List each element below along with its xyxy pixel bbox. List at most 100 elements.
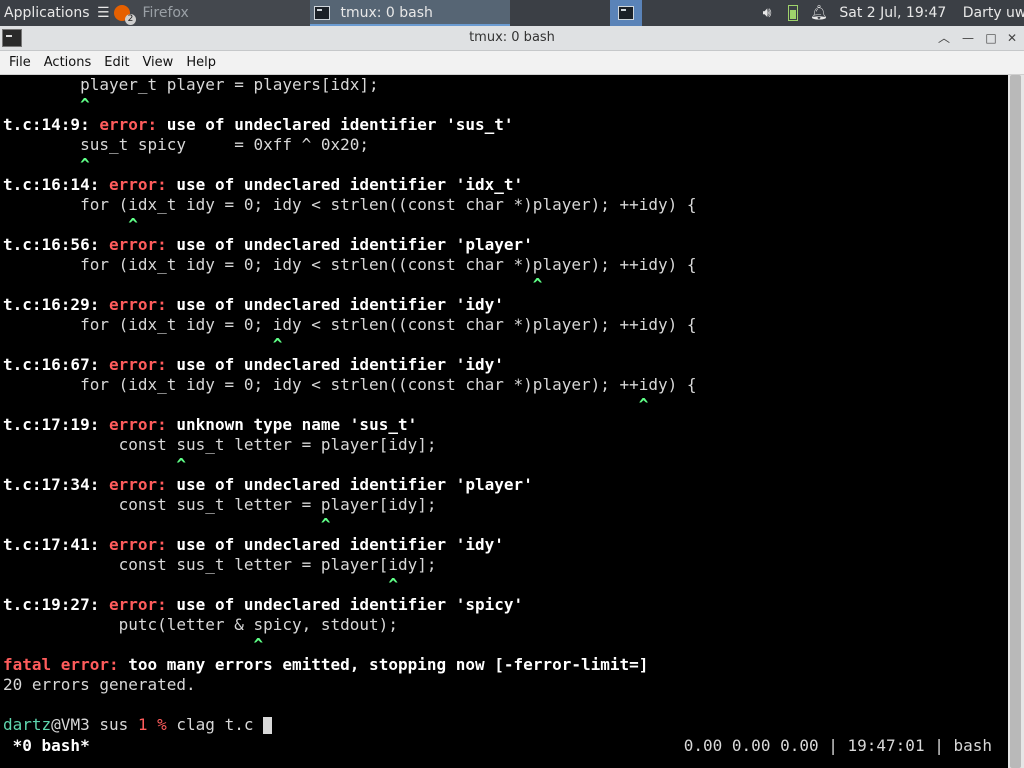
terminal-line-code: putc(letter & spicy, stdout); xyxy=(3,615,398,635)
terminal-line-diag: t.c:16:14: error: use of undeclared iden… xyxy=(3,175,523,195)
diagnostic-message: use of undeclared identifier 'idy' xyxy=(176,355,504,374)
terminal-text: sus_t spicy = 0xff ^ 0x20; xyxy=(3,135,370,154)
maximize-button[interactable]: □ xyxy=(980,26,1002,50)
applications-menu[interactable]: Applications ☰ xyxy=(0,0,110,26)
scrollbar-thumb[interactable] xyxy=(1010,75,1021,768)
menu-help[interactable]: Help xyxy=(182,51,220,74)
terminal-line-code: for (idx_t idy = 0; idy < strlen((const … xyxy=(3,375,697,395)
terminal-line-caret: ^ xyxy=(3,515,331,535)
diagnostic-caret: ^ xyxy=(3,95,90,114)
applications-label: Applications xyxy=(4,5,90,21)
terminal-text: const sus_t letter = player[idy]; xyxy=(3,495,437,514)
diagnostic-caret: ^ xyxy=(3,395,649,414)
minimize-button[interactable]: — xyxy=(957,26,979,50)
window-titlebar: tmux: 0 bash ︿ — □ ✕ xyxy=(0,26,1024,51)
diagnostic-caret: ^ xyxy=(3,575,398,594)
diagnostic-message: use of undeclared identifier 'idx_t' xyxy=(176,175,524,194)
terminal-line-caret: ^ xyxy=(3,455,186,475)
terminal-line-caret: ^ xyxy=(3,215,138,235)
diagnostic-location: t.c:14:9: xyxy=(3,115,100,134)
terminal-line-caret: ^ xyxy=(3,575,398,595)
notification-icon[interactable]: 🔔︎ xyxy=(809,0,829,26)
diagnostic-location: t.c:16:56: xyxy=(3,235,109,254)
terminal-line-code: const sus_t letter = player[idy]; xyxy=(3,555,437,575)
firefox-icon: 2 xyxy=(114,5,136,25)
terminal-icon xyxy=(314,6,330,20)
terminal-line-code: player_t player = players[idx]; xyxy=(3,75,379,95)
diagnostic-message: unknown type name 'sus_t' xyxy=(176,415,418,434)
terminal-line-code: for (idx_t idy = 0; idy < strlen((const … xyxy=(3,255,697,275)
terminal-line-caret: ^ xyxy=(3,275,543,295)
terminal-line-code: const sus_t letter = player[idy]; xyxy=(3,495,437,515)
diagnostic-message: too many errors emitted, stopping now [-… xyxy=(128,655,649,674)
terminal-line-diag: t.c:16:67: error: use of undeclared iden… xyxy=(3,355,504,375)
terminal-line-diag: t.c:16:29: error: use of undeclared iden… xyxy=(3,295,504,315)
diagnostic-kind: error: xyxy=(108,535,177,554)
top-panel: Applications ☰ 2 Firefox tmux: 0 bash 🔊︎… xyxy=(0,0,1024,26)
terminal-text: 20 errors generated. xyxy=(3,675,196,694)
menu-view[interactable]: View xyxy=(138,51,177,74)
chevron-up-icon[interactable]: ︿ xyxy=(933,26,955,50)
diagnostic-location: t.c:19:27: xyxy=(3,595,109,614)
diagnostic-kind: error: xyxy=(108,475,177,494)
terminal-line-code: sus_t spicy = 0xff ^ 0x20; xyxy=(3,135,369,155)
prompt-status: 1 % xyxy=(137,715,177,734)
terminal-text: for (idx_t idy = 0; idy < strlen((const … xyxy=(3,375,697,394)
terminal-line-diag: t.c:17:41: error: use of undeclared iden… xyxy=(3,535,504,555)
terminal-line-code: for (idx_t idy = 0; idy < strlen((const … xyxy=(3,195,697,215)
clock[interactable]: Sat 2 Jul, 19:47 xyxy=(839,5,946,21)
user-name[interactable]: Darty uwu xyxy=(963,5,1024,21)
tmux-status-right: 0.00 0.00 0.00 | 19:47:01 | bash xyxy=(683,736,992,755)
prompt-command: clag t.c xyxy=(176,715,264,734)
diagnostic-kind: error: xyxy=(108,235,177,254)
close-button[interactable]: ✕ xyxy=(1001,26,1023,50)
taskbar-terminal-label: tmux: 0 bash xyxy=(340,5,433,21)
diagnostic-caret: ^ xyxy=(3,155,90,174)
diagnostic-caret: ^ xyxy=(3,275,543,294)
diagnostic-message: use of undeclared identifier 'player' xyxy=(176,235,533,254)
diagnostic-caret: ^ xyxy=(3,515,331,534)
terminal-output[interactable]: player_t player = players[idx]; ^ t.c:14:… xyxy=(0,75,1008,768)
terminal-text: putc(letter & spicy, stdout); xyxy=(3,615,398,634)
diagnostic-caret: ^ xyxy=(3,455,187,474)
volume-icon[interactable]: 🔊︎ xyxy=(756,0,778,26)
terminal-line-fatal: fatal error: too many errors emitted, st… xyxy=(3,655,648,675)
battery-icon[interactable] xyxy=(788,5,799,21)
diagnostic-message: use of undeclared identifier 'sus_t' xyxy=(166,115,514,134)
diagnostic-caret: ^ xyxy=(3,635,264,654)
terminal-text: for (idx_t idy = 0; idy < strlen((const … xyxy=(3,315,697,334)
firefox-badge: 2 xyxy=(125,14,136,25)
diagnostic-kind: error: xyxy=(108,175,177,194)
terminal-line-diag: t.c:17:34: error: use of undeclared iden… xyxy=(3,475,533,495)
terminal-line-caret: ^ xyxy=(3,395,649,415)
terminal-line-code: const sus_t letter = player[idy]; xyxy=(3,435,437,455)
diagnostic-kind: fatal error: xyxy=(3,655,129,674)
menu-actions[interactable]: Actions xyxy=(40,51,96,74)
taskbar-firefox[interactable]: 2 Firefox xyxy=(110,0,310,26)
menu-edit[interactable]: Edit xyxy=(100,51,133,74)
terminal-launcher[interactable] xyxy=(610,0,642,26)
menu-file[interactable]: File xyxy=(5,51,35,74)
diagnostic-kind: error: xyxy=(108,595,177,614)
diagnostic-location: t.c:17:19: xyxy=(3,415,109,434)
terminal-line-caret: ^ xyxy=(3,155,90,175)
scrollbar[interactable] xyxy=(1008,75,1024,768)
taskbar-terminal[interactable]: tmux: 0 bash xyxy=(310,0,510,26)
prompt-user: dartz xyxy=(3,715,52,734)
diagnostic-kind: error: xyxy=(108,355,177,374)
terminal-line-caret: ^ xyxy=(3,95,90,115)
diagnostic-caret: ^ xyxy=(3,215,138,234)
tmux-window-list[interactable]: *0 bash* xyxy=(3,736,90,756)
terminal-line-caret: ^ xyxy=(3,635,263,655)
terminal-launcher-icon xyxy=(618,6,634,20)
terminal-line-code: 20 errors generated. xyxy=(3,675,196,695)
terminal-line-diag: t.c:17:19: error: unknown type name 'sus… xyxy=(3,415,417,435)
terminal-text: const sus_t letter = player[idy]; xyxy=(3,435,437,454)
terminal-line-code: for (idx_t idy = 0; idy < strlen((const … xyxy=(3,315,697,335)
menubar: File Actions Edit View Help xyxy=(0,51,1024,75)
text-cursor xyxy=(263,717,273,734)
diagnostic-message: use of undeclared identifier 'idy' xyxy=(176,535,504,554)
diagnostic-message: use of undeclared identifier 'player' xyxy=(176,475,533,494)
shell-prompt[interactable]: dartz@VM3 sus 1 % clag t.c xyxy=(3,715,273,735)
terminal-line-diag: t.c:16:56: error: use of undeclared iden… xyxy=(3,235,533,255)
